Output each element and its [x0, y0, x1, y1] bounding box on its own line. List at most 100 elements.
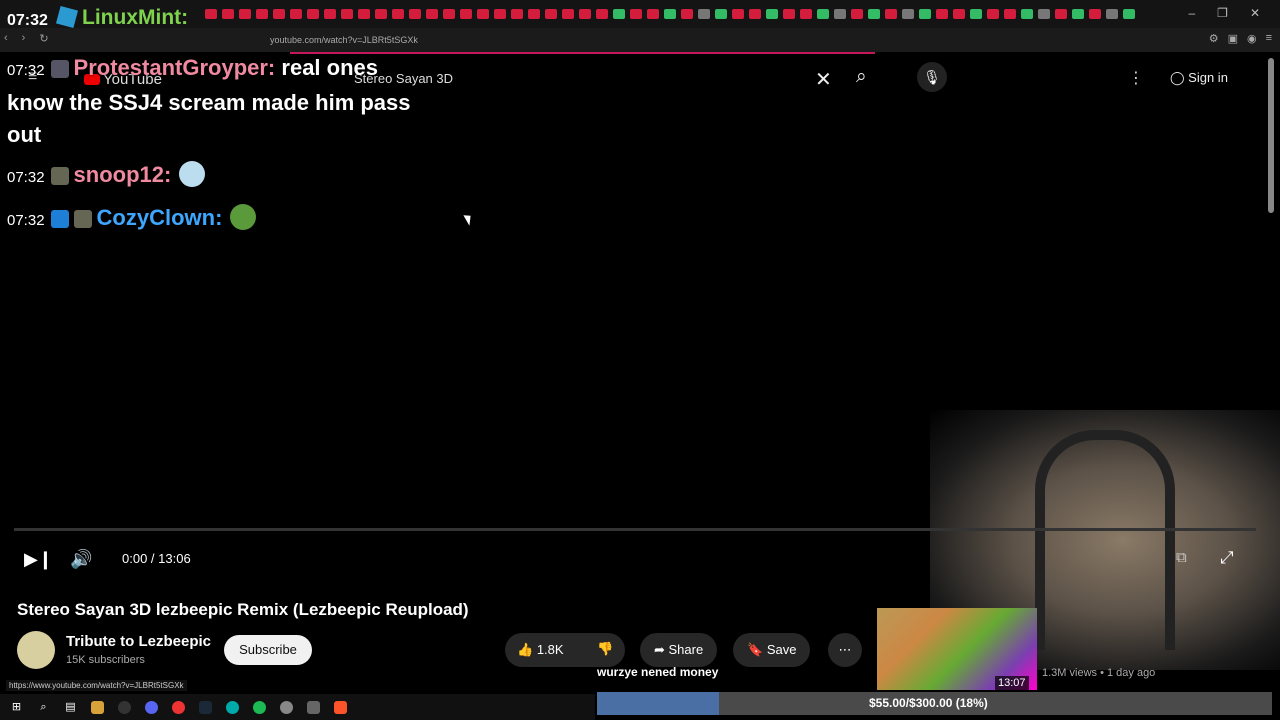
browser-tab[interactable] — [885, 9, 897, 19]
spotify-icon[interactable] — [253, 700, 266, 714]
fullscreen-icon[interactable]: ⤢ — [1220, 548, 1234, 568]
browser-tab[interactable] — [732, 9, 744, 19]
browser-tab[interactable] — [273, 9, 285, 19]
file-explorer-icon[interactable] — [91, 700, 104, 714]
channel-name[interactable]: Tribute to Lezbeepic — [66, 633, 211, 650]
browser-tab[interactable] — [1055, 9, 1067, 19]
reload-icon[interactable]: ↻ — [39, 32, 48, 45]
browser-tab[interactable] — [1123, 9, 1135, 19]
browser-tab[interactable] — [307, 9, 319, 19]
browser-tab[interactable] — [443, 9, 455, 19]
browser-tab[interactable] — [902, 9, 914, 19]
extension-icon[interactable]: ⚙ — [1209, 32, 1219, 45]
forward-icon[interactable]: › — [22, 32, 26, 45]
video-progress-bar[interactable] — [14, 528, 1256, 531]
app-icon[interactable] — [280, 700, 293, 714]
browser-tab[interactable] — [919, 9, 931, 19]
more-actions-icon[interactable]: ⋯ — [828, 633, 862, 667]
window-controls[interactable]: – ❐ ✕ — [1188, 6, 1260, 20]
back-icon[interactable]: ‹ — [4, 32, 8, 45]
browser-tab[interactable] — [460, 9, 472, 19]
menu-icon[interactable]: ≡ — [1266, 32, 1272, 45]
volume-icon[interactable]: 🔊 — [70, 549, 92, 570]
steam-icon[interactable] — [199, 700, 212, 714]
clear-search-icon[interactable]: ✕ — [815, 67, 832, 92]
browser-tab[interactable] — [834, 9, 846, 19]
subscribe-button[interactable]: Subscribe — [224, 635, 312, 665]
browser-tab[interactable] — [545, 9, 557, 19]
edge-icon[interactable] — [226, 700, 239, 714]
app-icon[interactable] — [307, 700, 320, 714]
browser-tab[interactable] — [800, 9, 812, 19]
channel-avatar[interactable] — [17, 631, 55, 669]
start-menu-icon[interactable]: ⊞ — [10, 701, 23, 714]
dislike-button[interactable]: 👎 — [597, 641, 613, 657]
sign-in-button[interactable]: ◯ Sign in — [1170, 70, 1228, 86]
browser-tab[interactable] — [528, 9, 540, 19]
browser-tab[interactable] — [868, 9, 880, 19]
play-icon[interactable]: ▶❙ — [24, 549, 53, 570]
profile-icon[interactable]: ◉ — [1247, 32, 1257, 45]
browser-tab[interactable] — [596, 9, 608, 19]
browser-tabs[interactable] — [205, 7, 1145, 21]
browser-tab[interactable] — [494, 9, 506, 19]
captions-icon[interactable]: ⧉ — [1176, 549, 1187, 566]
browser-tab[interactable] — [290, 9, 302, 19]
browser-tab[interactable] — [664, 9, 676, 19]
browser-tab[interactable] — [715, 9, 727, 19]
browser-tab[interactable] — [613, 9, 625, 19]
browser-tab[interactable] — [766, 9, 778, 19]
browser-tab[interactable] — [222, 9, 234, 19]
browser-tab[interactable] — [987, 9, 999, 19]
nav-buttons[interactable]: ‹ › ↻ — [4, 32, 49, 45]
minimize-icon[interactable]: – — [1188, 6, 1195, 20]
browser-tab[interactable] — [477, 9, 489, 19]
browser-tab[interactable] — [205, 9, 217, 19]
browser-tab[interactable] — [409, 9, 421, 19]
browser-tab[interactable] — [817, 9, 829, 19]
browser-tab[interactable] — [392, 9, 404, 19]
address-bar[interactable]: youtube.com/watch?v=JLBRt5tSGXk — [270, 31, 990, 49]
browser-tab[interactable] — [256, 9, 268, 19]
browser-tab[interactable] — [698, 9, 710, 19]
browser-tab[interactable] — [324, 9, 336, 19]
brave-icon[interactable] — [334, 700, 347, 714]
like-button[interactable]: 👍 1.8K — [517, 642, 564, 658]
extension-icons[interactable]: ⚙ ▣ ◉ ≡ — [1209, 32, 1272, 45]
browser-tab[interactable] — [783, 9, 795, 19]
browser-tab[interactable] — [1106, 9, 1118, 19]
browser-tab[interactable] — [851, 9, 863, 19]
maximize-icon[interactable]: ❐ — [1217, 6, 1228, 20]
browser-tab[interactable] — [681, 9, 693, 19]
browser-tab[interactable] — [358, 9, 370, 19]
browser-tab[interactable] — [1089, 9, 1101, 19]
browser-tab[interactable] — [630, 9, 642, 19]
browser-tab[interactable] — [579, 9, 591, 19]
search-taskbar-icon[interactable]: ⌕ — [37, 701, 50, 714]
share-button[interactable]: ➦ Share — [640, 633, 718, 667]
browser-tab[interactable] — [1072, 9, 1084, 19]
browser-tab[interactable] — [562, 9, 574, 19]
settings-kebab-icon[interactable]: ⋮ — [1128, 68, 1144, 88]
microphone-icon[interactable]: 🎙 — [917, 62, 947, 92]
search-icon[interactable]: ⌕ — [856, 66, 867, 88]
browser-tab[interactable] — [375, 9, 387, 19]
browser-tab[interactable] — [953, 9, 965, 19]
browser-tab[interactable] — [426, 9, 438, 19]
sidebar-icon[interactable]: ▣ — [1228, 32, 1238, 45]
discord-icon[interactable] — [145, 700, 158, 714]
browser-tab[interactable] — [1004, 9, 1016, 19]
chrome-icon[interactable] — [172, 700, 185, 714]
save-button[interactable]: 🔖 Save — [733, 633, 811, 667]
browser-tab[interactable] — [936, 9, 948, 19]
obs-icon[interactable] — [118, 700, 131, 714]
browser-tab[interactable] — [970, 9, 982, 19]
browser-tab[interactable] — [1038, 9, 1050, 19]
browser-tab[interactable] — [749, 9, 761, 19]
browser-tab[interactable] — [1021, 9, 1033, 19]
browser-tab[interactable] — [239, 9, 251, 19]
browser-tab[interactable] — [647, 9, 659, 19]
browser-tab[interactable] — [511, 9, 523, 19]
browser-tab[interactable] — [341, 9, 353, 19]
close-window-icon[interactable]: ✕ — [1250, 6, 1260, 20]
